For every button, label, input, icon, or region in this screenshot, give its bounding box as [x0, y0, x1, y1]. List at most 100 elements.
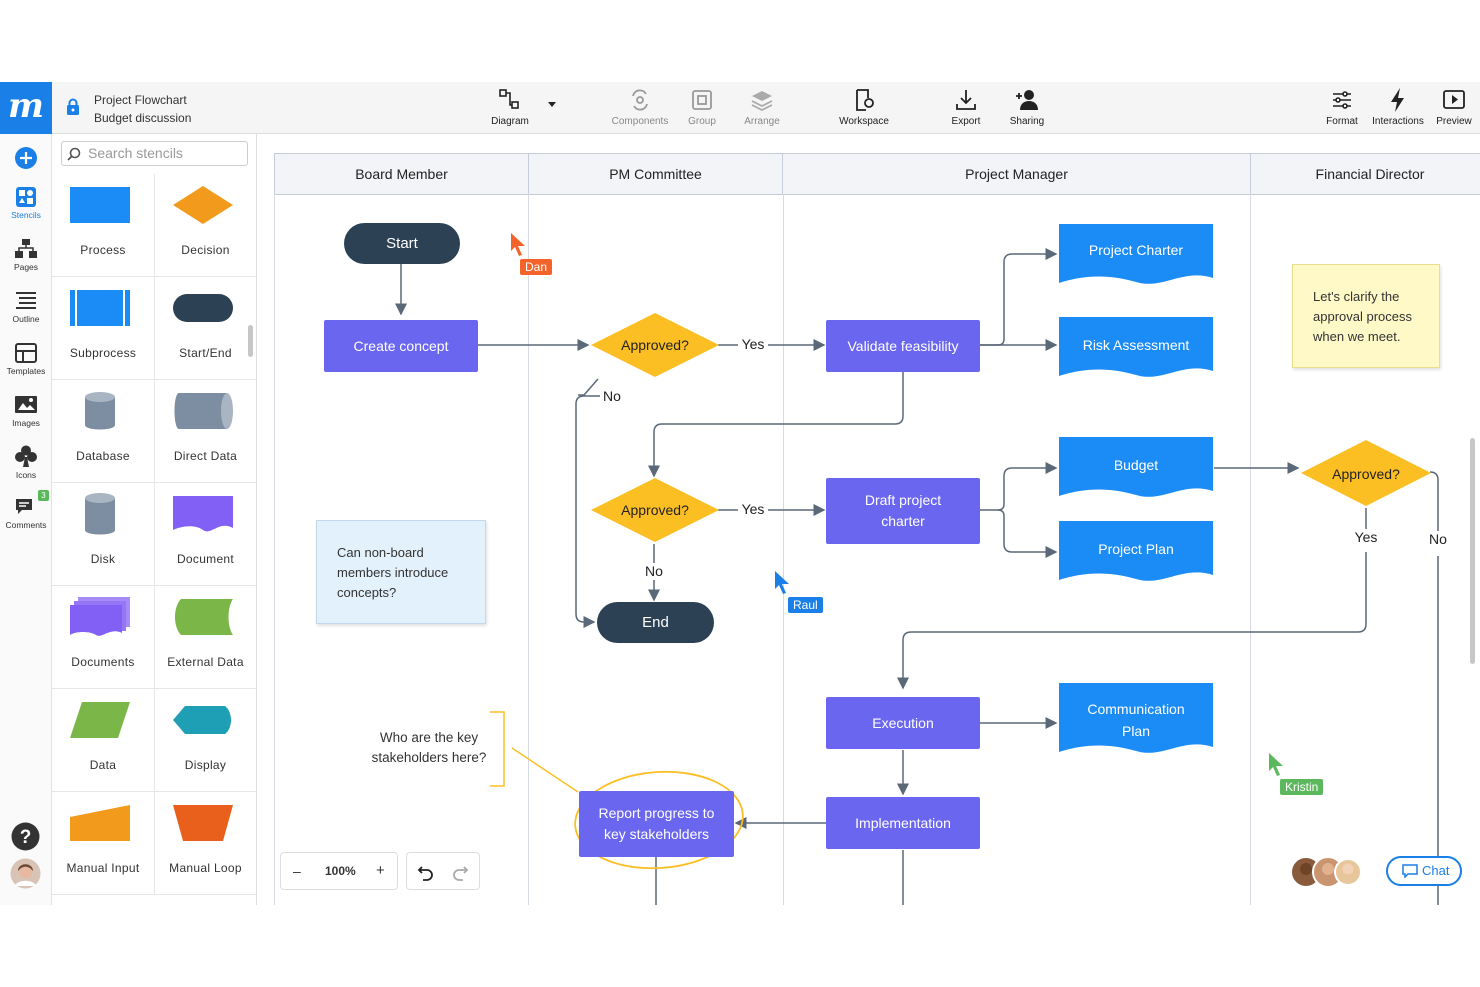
rail-stencils[interactable]: Stencils — [0, 186, 52, 220]
outline-icon — [16, 292, 36, 309]
stencil-manual-input[interactable]: Manual Input — [52, 792, 154, 895]
zoom-out-button[interactable]: – — [293, 863, 301, 879]
implementation-node[interactable]: Implementation — [826, 797, 980, 849]
note-text: Can non-board members introduce concepts… — [337, 545, 449, 600]
export-label: Export — [951, 116, 981, 127]
stencil-disk[interactable]: Disk — [52, 483, 154, 586]
group-label: Group — [688, 116, 716, 127]
canvas-scrollbar[interactable] — [1470, 438, 1475, 664]
decision-shape-icon — [173, 186, 233, 224]
start-node[interactable]: Start — [344, 223, 460, 264]
validate-feasibility-node[interactable]: Validate feasibility — [826, 320, 980, 372]
approved-decision-1[interactable]: Approved? — [590, 312, 720, 378]
preview-label: Preview — [1436, 116, 1472, 127]
format-button[interactable]: Format — [1322, 86, 1362, 127]
stencil-database[interactable]: Database — [52, 380, 154, 483]
stencil-label: Direct Data — [173, 449, 238, 463]
stencil-label: Display — [184, 758, 227, 772]
pages-icon — [15, 239, 37, 258]
app-logo[interactable]: m — [0, 82, 52, 134]
approved-decision-3[interactable]: Approved? — [1300, 439, 1432, 507]
stencil-start-end[interactable]: Start/End — [154, 277, 256, 380]
undo-icon[interactable] — [417, 863, 435, 881]
rail-pages[interactable]: Pages — [0, 238, 52, 272]
layers-icon — [751, 91, 773, 112]
stencil-process[interactable]: Process — [52, 174, 154, 277]
report-progress-node[interactable]: Report progress to key stakeholders — [579, 791, 734, 857]
node-label: Plan — [1122, 723, 1150, 739]
stencil-label: Manual Loop — [169, 861, 242, 875]
communication-plan-node[interactable]: Communication Plan — [1058, 682, 1214, 754]
yellow-sticky-note[interactable]: Let's clarify the approval process when … — [1292, 264, 1440, 368]
end-node[interactable]: End — [597, 602, 714, 643]
rail-templates[interactable]: Templates — [0, 342, 52, 376]
arrange-button[interactable]: Arrange — [740, 86, 784, 127]
budget-node[interactable]: Budget — [1058, 436, 1214, 502]
stencil-label: Document — [176, 552, 235, 566]
stencil-manual-loop[interactable]: Manual Loop — [154, 792, 256, 895]
preview-button[interactable]: Preview — [1432, 86, 1476, 127]
draft-project-charter-node[interactable]: Draft project charter — [826, 478, 980, 544]
search-stencils-input[interactable]: Search stencils — [61, 141, 248, 166]
blue-sticky-note[interactable]: Can non-board members introduce concepts… — [316, 520, 486, 624]
diagram-button[interactable]: Diagram — [486, 86, 534, 127]
manual-input-shape-icon — [70, 805, 130, 841]
workspace-button[interactable]: Workspace — [836, 86, 892, 127]
stencil-decision[interactable]: Decision — [154, 174, 256, 277]
process-shape-icon — [70, 187, 130, 223]
stencil-label: Decision — [181, 243, 230, 257]
chat-label: Chat — [1422, 863, 1450, 878]
approved-decision-2[interactable]: Approved? — [590, 477, 720, 543]
chevron-down-icon[interactable] — [547, 101, 557, 109]
data-shape-icon — [70, 702, 130, 738]
stencil-scrollbar[interactable] — [248, 325, 253, 357]
decision-label: Approved? — [621, 502, 689, 518]
stencil-documents[interactable]: Documents — [52, 586, 154, 689]
workspace-label: Workspace — [839, 116, 889, 127]
group-button[interactable]: Group — [684, 86, 720, 127]
rail-images[interactable]: Images — [0, 394, 52, 428]
project-charter-node[interactable]: Project Charter — [1058, 223, 1214, 289]
highlight-connector — [511, 747, 579, 793]
sharing-label: Sharing — [1009, 116, 1045, 127]
edge-label-no: No — [600, 388, 624, 404]
stencil-subprocess[interactable]: Subprocess — [52, 277, 154, 380]
stencil-data[interactable]: Data — [52, 689, 154, 792]
rail-outline[interactable]: Outline — [0, 290, 52, 324]
top-toolbar: m Project Flowchart Budget discussion Di… — [0, 82, 1480, 134]
rail-comments[interactable]: Comments — [0, 496, 52, 530]
chat-button[interactable]: Chat — [1386, 856, 1462, 886]
help-icon[interactable]: ? — [11, 822, 40, 851]
stencil-display[interactable]: Display — [154, 689, 256, 792]
sharing-button[interactable]: Sharing — [1004, 86, 1050, 127]
node-label: Project Charter — [1089, 242, 1183, 258]
project-plan-node[interactable]: Project Plan — [1058, 520, 1214, 586]
redo-icon[interactable] — [451, 863, 469, 881]
risk-assessment-node[interactable]: Risk Assessment — [1058, 316, 1214, 382]
document-title-block[interactable]: Project Flowchart Budget discussion — [94, 91, 191, 127]
components-button[interactable]: Components — [606, 86, 674, 127]
cursor-tag-raul: Raul — [788, 597, 823, 613]
collaborator-avatars[interactable] — [1290, 856, 1362, 888]
decision-label: Approved? — [621, 337, 689, 353]
zoom-in-button[interactable]: + — [376, 862, 385, 879]
stencil-direct-data[interactable]: Direct Data — [154, 380, 256, 483]
cursor-raul-icon — [775, 571, 789, 594]
rail-pages-label: Pages — [13, 262, 39, 272]
add-icon[interactable] — [14, 146, 38, 170]
stencil-document[interactable]: Document — [154, 483, 256, 586]
user-avatar[interactable] — [10, 858, 41, 889]
execution-node[interactable]: Execution — [826, 697, 980, 749]
interactions-button[interactable]: Interactions — [1368, 86, 1428, 127]
external-data-shape-icon — [175, 599, 233, 635]
export-button[interactable]: Export — [946, 86, 986, 127]
document-shape-icon — [173, 496, 233, 532]
zoom-level[interactable]: 100% — [325, 864, 356, 878]
create-concept-node[interactable]: Create concept — [324, 320, 478, 372]
workspace-icon — [856, 89, 874, 111]
stencil-label: Subprocess — [69, 346, 137, 360]
document-subtitle: Budget discussion — [94, 111, 192, 125]
rail-icons[interactable]: Icons — [0, 444, 52, 480]
stencil-external-data[interactable]: External Data — [154, 586, 256, 689]
diagram-canvas[interactable]: Board Member PM Committee Project Manage… — [258, 134, 1480, 905]
